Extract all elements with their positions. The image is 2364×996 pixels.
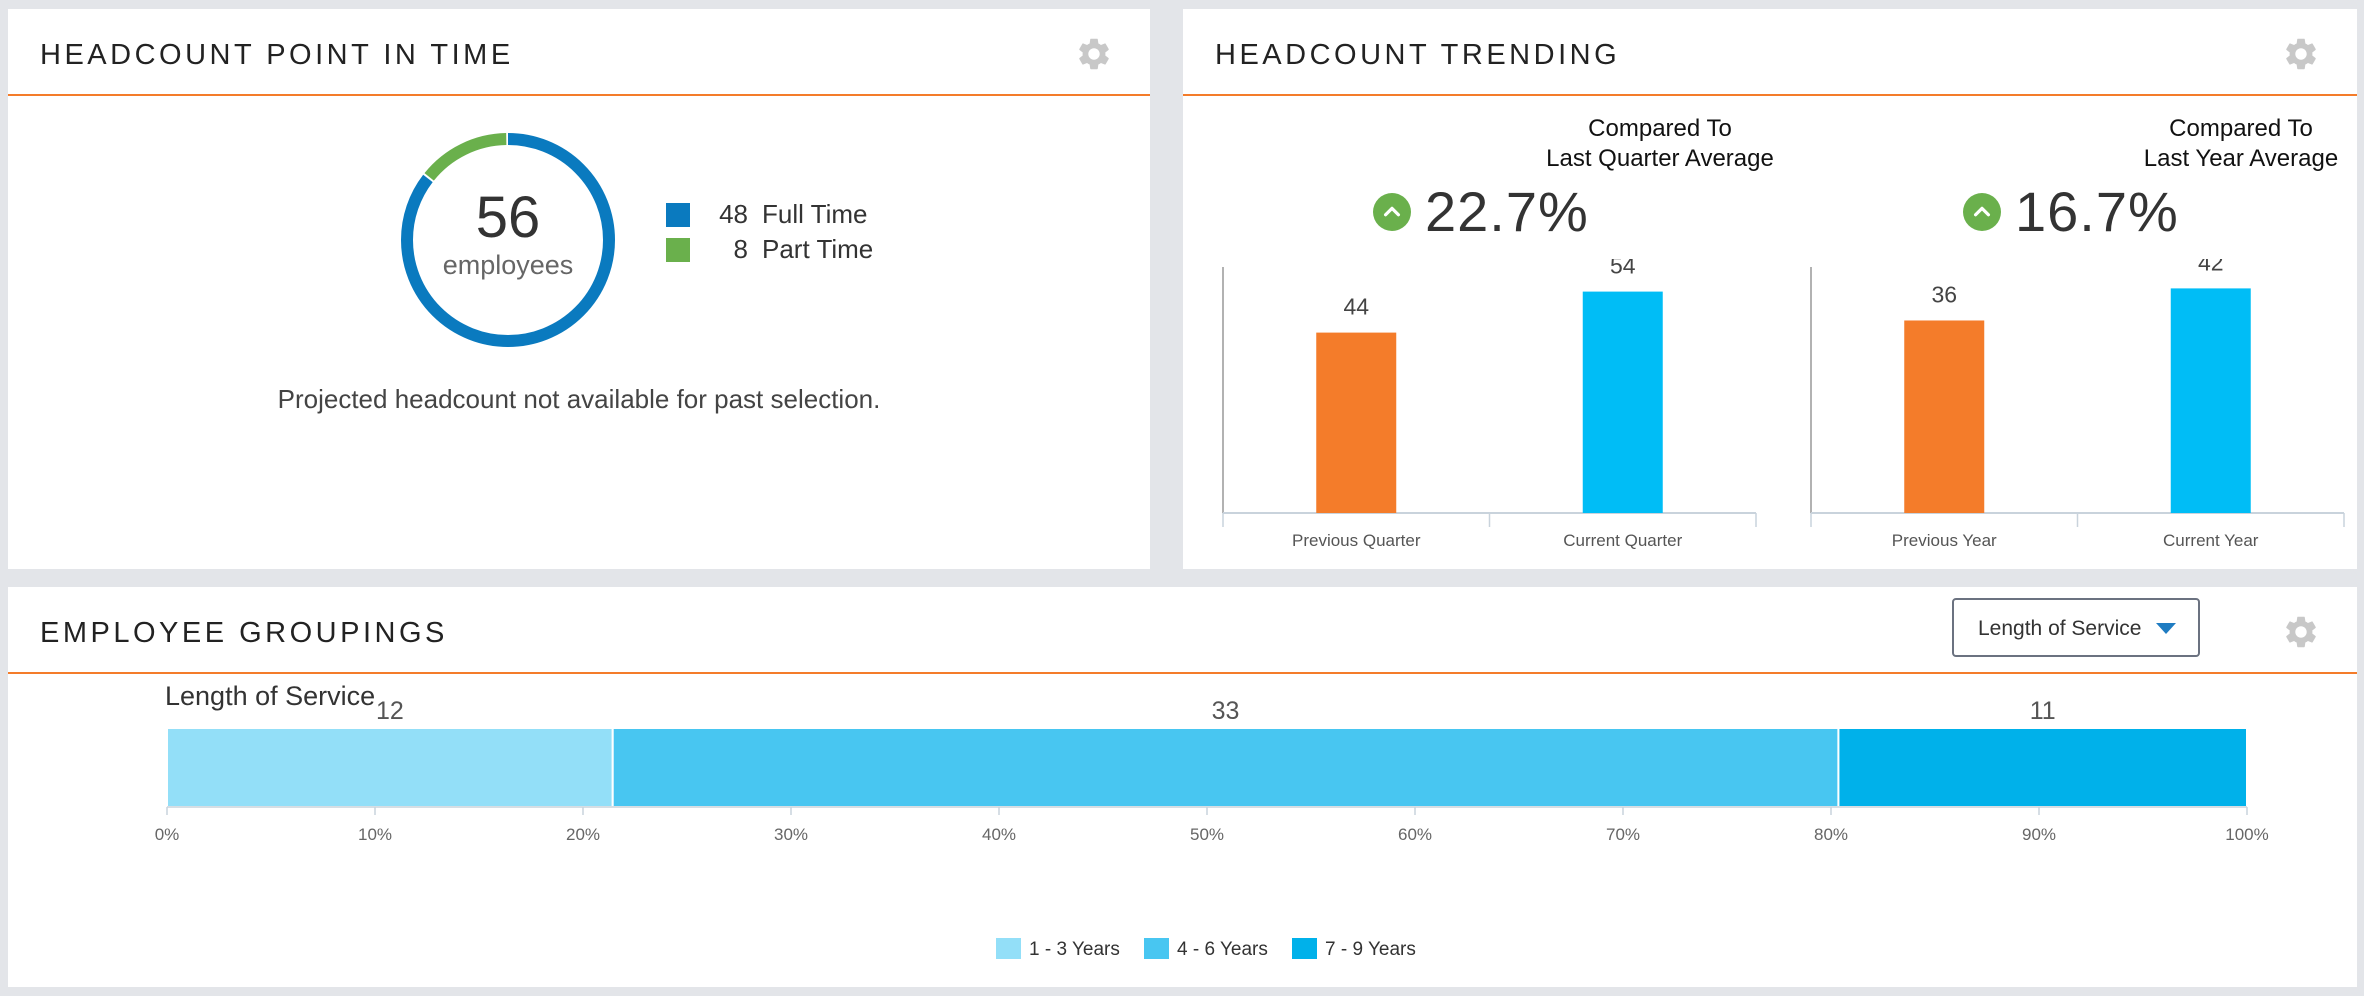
bar-value-label: 36: [1931, 281, 1957, 307]
arrow-up-icon: [1373, 192, 1411, 231]
total-headcount-label: employees: [442, 250, 574, 280]
x-tick-label: Previous Quarter: [1292, 531, 1421, 550]
card-title: HEADCOUNT TRENDING: [1215, 39, 1621, 71]
bar-previous-year: [1904, 320, 1985, 513]
headcount-donut-chart: 56 employees: [394, 126, 622, 354]
bar-current-year: [2170, 288, 2251, 513]
bar-value-label: 42: [2198, 259, 2224, 275]
gear-icon[interactable]: [2282, 35, 2320, 73]
headcount-legend: 48 Full Time 8 Part Time: [666, 197, 873, 267]
x-tick-label: 10%: [358, 825, 392, 844]
bar-value-label: 54: [1610, 259, 1636, 279]
projected-headcount-note: Projected headcount not available for pa…: [277, 384, 881, 414]
headcount-trending-card: HEADCOUNT TRENDING Compared To Last Quar…: [1183, 9, 2357, 569]
segment-value-label: 11: [2030, 697, 2056, 725]
x-tick-label: 60%: [1398, 825, 1432, 844]
quarter-bar-chart: 44 Previous Quarter 54 Current Quarter: [1222, 259, 1757, 550]
legend-swatch: [996, 938, 1021, 959]
year-change-percent: 16.7%: [2015, 180, 2179, 243]
x-tick-label: Current Quarter: [1563, 531, 1682, 550]
employee-groupings-card: EMPLOYEE GROUPINGS Length of Service Len…: [8, 587, 2357, 987]
heading-line: Compared To: [2169, 115, 2313, 142]
year-comparison-heading: Compared To Last Year Average: [2031, 114, 2364, 174]
stack-segment-1-3years: [166, 727, 614, 808]
legend-swatch: [666, 202, 690, 227]
legend-count: 8: [733, 234, 748, 264]
x-tick-label: 30%: [774, 825, 808, 844]
card-header: HEADCOUNT POINT IN TIME: [8, 9, 1150, 96]
gear-icon[interactable]: [1075, 35, 1113, 73]
legend-label: Full Time: [762, 199, 868, 229]
x-tick-label: 100%: [2225, 825, 2268, 844]
segment-value-label: 33: [1212, 697, 1240, 725]
quarter-comparison-heading: Compared To Last Quarter Average: [1450, 114, 1870, 174]
legend-label: 1 - 3 Years: [1029, 939, 1120, 960]
x-tick-label: 80%: [1814, 825, 1848, 844]
segment-value-label: 12: [376, 697, 404, 725]
legend-label: 7 - 9 Years: [1325, 939, 1416, 960]
x-tick-label: 0%: [155, 825, 180, 844]
arrow-up-icon: [1963, 192, 2001, 231]
x-tick-label: 70%: [1606, 825, 1640, 844]
length-of-service-chart: 12 33 11 0% 10% 20% 30% 40% 50% 60% 70% 80% 90% 100% 1…: [155, 697, 2269, 960]
quarter-change-percent: 22.7%: [1425, 180, 1589, 243]
card-header: HEADCOUNT TRENDING: [1183, 9, 2357, 96]
heading-line: Compared To: [1588, 115, 1732, 142]
year-bar-chart: 36 Previous Year 42 Current Year: [1810, 259, 2345, 550]
x-tick-label: 40%: [982, 825, 1016, 844]
total-headcount: 56: [475, 185, 541, 250]
card-title: HEADCOUNT POINT IN TIME: [40, 39, 514, 71]
heading-line: Last Year Average: [2143, 145, 2339, 172]
legend-item-part-time: 8 Part Time: [666, 232, 873, 267]
year-change: 16.7%: [1963, 179, 2179, 244]
x-tick-label: 50%: [1190, 825, 1224, 844]
bar-previous-quarter: [1316, 332, 1397, 513]
legend-label: 4 - 6 Years: [1177, 939, 1268, 960]
stack-segment-4-6years: [611, 727, 1840, 808]
x-tick-label: 20%: [566, 825, 600, 844]
stack-segment-7-9years: [1837, 727, 2249, 808]
legend-count: 48: [719, 199, 748, 229]
heading-line: Last Quarter Average: [1546, 145, 1774, 172]
legend-swatch: [1292, 938, 1317, 959]
x-tick-label: 90%: [2022, 825, 2056, 844]
quarter-change: 22.7%: [1373, 179, 1589, 244]
legend-item-full-time: 48 Full Time: [666, 197, 873, 232]
legend-swatch: [1144, 938, 1169, 959]
bar-value-label: 44: [1343, 294, 1369, 320]
headcount-point-in-time-card: HEADCOUNT POINT IN TIME 56 employees 48 …: [8, 9, 1150, 569]
legend-label: Part Time: [762, 234, 874, 264]
legend-swatch: [666, 237, 690, 262]
x-tick-label: Current Year: [2163, 531, 2259, 550]
x-tick-label: Previous Year: [1892, 531, 1997, 550]
bar-current-quarter: [1582, 291, 1663, 513]
